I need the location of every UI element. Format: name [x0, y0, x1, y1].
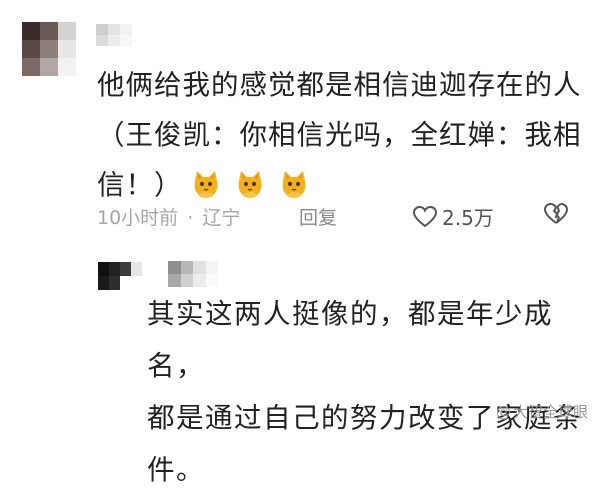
cat-face-icon	[238, 171, 262, 198]
comment-line-text: 信！）	[97, 169, 183, 201]
at-icon: @	[495, 402, 511, 421]
reply-line: 其实这两人挺像的，都是年少成名，	[147, 298, 553, 382]
comment-line: 他俩给我的感觉都是相信迪迦存在的人	[97, 69, 582, 101]
reply-line: 件。	[147, 454, 205, 486]
watermark: @ 大智全球眼	[496, 401, 588, 422]
username[interactable]	[96, 24, 132, 46]
broken-heart-icon	[544, 203, 568, 224]
like-count: 2.5万	[442, 206, 494, 230]
comment-text: 他俩给我的感觉都是相信迪迦存在的人 （王俊凯：你相信光吗，全红婵：我相 信！）	[97, 60, 587, 210]
avatar[interactable]	[22, 22, 76, 76]
comment-location: 辽宁	[202, 207, 241, 229]
dislike-button[interactable]	[543, 202, 569, 230]
heart-icon	[412, 205, 438, 227]
watermark-text: 大智全球眼	[512, 403, 588, 421]
reply-avatar[interactable]	[98, 262, 142, 290]
cat-face-icon	[194, 171, 218, 198]
reply-button[interactable]: 回复	[299, 203, 337, 230]
meta-separator: ·	[187, 207, 194, 229]
like-button[interactable]: 2.5万	[412, 202, 494, 231]
reply-username[interactable]	[168, 261, 218, 287]
reply-text: 其实这两人挺像的，都是年少成名， 都是通过自己的努力改变了家庭条 件。	[147, 288, 587, 496]
cat-face-icon	[282, 171, 306, 198]
comment-time: 10小时前	[97, 207, 179, 229]
comment-meta: 10小时前 · 辽宁	[97, 203, 240, 230]
comment-line: （王俊凯：你相信光吗，全红婵：我相	[97, 119, 582, 151]
